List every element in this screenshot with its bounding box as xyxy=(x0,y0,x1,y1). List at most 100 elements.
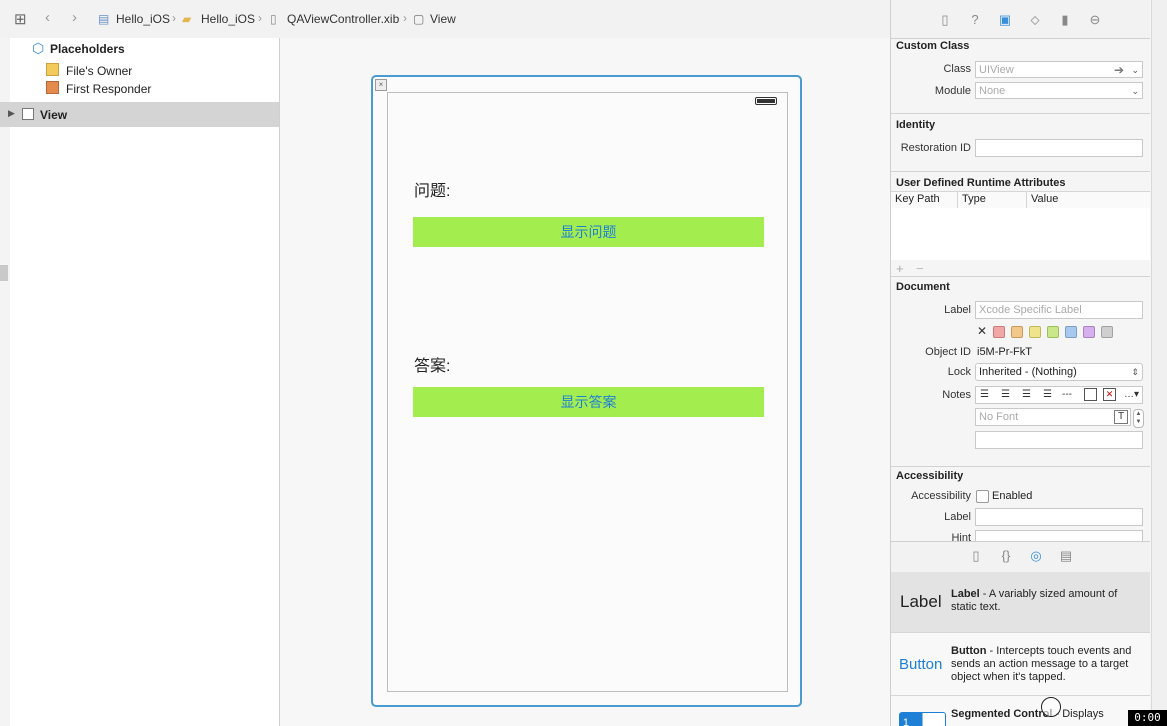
module-field[interactable]: None ⌄ xyxy=(975,82,1143,99)
view-content[interactable]: 问题: 显示问题 答案: 显示答案 xyxy=(387,92,788,692)
runtime-attributes-table[interactable] xyxy=(891,208,1150,260)
chevron-down-icon[interactable]: ⌄ xyxy=(1131,62,1139,77)
runtime-attributes-title: User Defined Runtime Attributes xyxy=(896,177,1066,189)
clear-color-icon[interactable]: ✕ xyxy=(977,324,987,338)
button-object-icon: Button xyxy=(899,656,943,673)
document-label-label: Label xyxy=(944,304,971,316)
lock-popup[interactable]: Inherited - (Nothing) ⇕ xyxy=(975,363,1143,381)
object-id-value: i5M-Pr-FkT xyxy=(977,346,1032,358)
identity-title: Identity xyxy=(896,119,936,131)
outline-files-owner[interactable]: File's Owner xyxy=(66,64,132,78)
chevron-down-icon[interactable]: ⌄ xyxy=(1131,83,1139,98)
color-swatch-green[interactable] xyxy=(1047,326,1059,338)
restoration-id-field[interactable] xyxy=(975,139,1143,157)
module-label: Module xyxy=(934,85,971,97)
xcode-label-placeholder: Xcode Specific Label xyxy=(979,304,1082,316)
outline-placeholders[interactable]: Placeholders xyxy=(50,42,125,56)
breadcrumb-file[interactable]: QAViewController.xib xyxy=(287,12,399,26)
divider xyxy=(891,466,1150,467)
close-icon[interactable]: × xyxy=(375,79,387,91)
connections-inspector-icon[interactable]: ⊖ xyxy=(1088,13,1102,27)
library-item-button[interactable]: Button Button - Intercepts touch events … xyxy=(891,633,1150,696)
font-size-stepper[interactable]: ▲ ▼ xyxy=(1133,409,1144,428)
more-options-icon[interactable]: …▾ xyxy=(1124,387,1139,403)
quick-help-icon[interactable]: ? xyxy=(968,13,982,27)
column-type[interactable]: Type xyxy=(962,193,986,205)
file-inspector-icon[interactable]: ▯ xyxy=(938,13,952,27)
cursor-icon xyxy=(1041,697,1061,717)
breadcrumb-group[interactable]: Hello_iOS xyxy=(201,12,255,26)
right-edge-strip xyxy=(1151,0,1167,726)
label-object-icon: Label xyxy=(900,592,942,611)
related-items-icon[interactable]: ⊞ xyxy=(14,10,27,28)
column-key-path[interactable]: Key Path xyxy=(895,193,940,205)
a11y-hint-field[interactable] xyxy=(975,530,1143,541)
color-swatch-gray[interactable] xyxy=(1101,326,1113,338)
remove-icon[interactable]: − xyxy=(916,261,924,276)
color-swatch-red[interactable] xyxy=(993,326,1005,338)
library-item-label[interactable]: Label Label - A variably sized amount of… xyxy=(891,572,1150,633)
library-item-segmented-control[interactable]: 1 2 Segmented Control - Displays xyxy=(891,696,1150,726)
no-fill-icon[interactable] xyxy=(1084,388,1097,401)
inspector-tabs: ▯ ? ▣ ⬦ ▮ ⊖ xyxy=(891,0,1150,39)
splitter-handle[interactable] xyxy=(0,265,8,281)
accessibility-enabled-checkbox[interactable] xyxy=(976,490,989,503)
enabled-label: Enabled xyxy=(992,490,1033,502)
identity-inspector-icon[interactable]: ▣ xyxy=(998,13,1012,27)
back-icon[interactable]: ‹ xyxy=(45,9,50,26)
document-outline: ⬡ Placeholders File's Owner First Respon… xyxy=(0,38,280,726)
file-template-icon[interactable]: ▯ xyxy=(969,549,983,563)
object-library-icon[interactable]: ◎ xyxy=(1029,549,1043,563)
breadcrumb-view[interactable]: View xyxy=(430,12,456,26)
notes-toolbar: ☰ ☰ ☰ ☰ --- ✕ …▾ xyxy=(975,386,1143,404)
align-left-icon[interactable]: ☰ xyxy=(980,387,989,403)
color-swatch-orange[interactable] xyxy=(1011,326,1023,338)
class-field[interactable]: UIView ➔ ⌄ xyxy=(975,61,1143,78)
library-item-name: Button xyxy=(951,645,987,657)
lock-label: Lock xyxy=(947,366,971,378)
font-field[interactable]: No Font T xyxy=(975,408,1131,426)
forward-icon[interactable]: › xyxy=(72,9,77,26)
accessibility-title: Accessibility xyxy=(896,470,964,482)
class-label: Class xyxy=(943,63,971,75)
add-icon[interactable]: + xyxy=(896,261,904,276)
no-stroke-icon[interactable]: ✕ xyxy=(1103,388,1116,401)
recording-timer: 0:00 xyxy=(1128,710,1167,726)
a11y-label-label: Label xyxy=(944,511,971,523)
disclosure-triangle-icon[interactable]: ▶ xyxy=(8,108,15,119)
color-swatch-yellow[interactable] xyxy=(1029,326,1041,338)
notes-text-field[interactable] xyxy=(975,431,1143,449)
document-title: Document xyxy=(896,281,950,293)
first-responder-icon xyxy=(46,81,59,94)
align-justify-icon[interactable]: ☰ xyxy=(1043,387,1052,403)
library-tabs: ▯ {} ◎ ▤ xyxy=(891,541,1150,573)
size-inspector-icon[interactable]: ▮ xyxy=(1058,13,1072,27)
color-swatch-purple[interactable] xyxy=(1083,326,1095,338)
breadcrumb-separator: › xyxy=(258,11,262,25)
align-right-icon[interactable]: ☰ xyxy=(1022,387,1031,403)
line-style-icon[interactable]: --- xyxy=(1062,387,1072,403)
a11y-label-field[interactable] xyxy=(975,508,1143,526)
outline-first-responder[interactable]: First Responder xyxy=(66,82,151,96)
column-divider xyxy=(1026,192,1027,208)
column-value[interactable]: Value xyxy=(1031,193,1058,205)
xib-file-icon: ▯ xyxy=(270,12,277,26)
view-icon: ▢ xyxy=(413,12,425,26)
segmented-control-icon: 1 2 xyxy=(899,712,946,726)
library-item-description: Label - A variably sized amount of stati… xyxy=(951,588,1118,613)
code-snippet-icon[interactable]: {} xyxy=(999,549,1013,563)
outline-view-row[interactable]: ▶ View xyxy=(0,102,279,127)
font-picker-icon[interactable]: T xyxy=(1114,410,1128,424)
breadcrumb-project[interactable]: Hello_iOS xyxy=(116,12,170,26)
show-answer-button[interactable]: 显示答案 xyxy=(413,387,764,417)
jump-bar: ⊞ ‹ › ▤ Hello_iOS › ▰ Hello_iOS › ▯ QAVi… xyxy=(0,0,890,39)
runtime-attributes-header: Key Path Type Value xyxy=(891,191,1150,209)
xcode-label-field[interactable]: Xcode Specific Label xyxy=(975,301,1143,319)
align-center-icon[interactable]: ☰ xyxy=(1001,387,1010,403)
show-question-button[interactable]: 显示问题 xyxy=(413,217,764,247)
font-placeholder: No Font xyxy=(979,411,1019,423)
color-swatch-blue[interactable] xyxy=(1065,326,1077,338)
media-library-icon[interactable]: ▤ xyxy=(1059,549,1073,563)
go-arrow-icon[interactable]: ➔ xyxy=(1114,62,1124,77)
attributes-inspector-icon[interactable]: ⬦ xyxy=(1028,13,1042,27)
